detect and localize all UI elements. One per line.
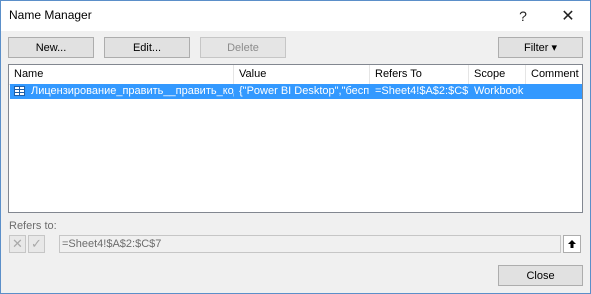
table-row[interactable]: Лицензирование_править__править_код {"Po… — [10, 84, 582, 99]
row-refers-to: =Sheet4!$A$2:$C$7 — [375, 85, 469, 97]
column-header-refers-to[interactable]: Refers To — [370, 65, 469, 84]
column-header-value[interactable]: Value — [234, 65, 370, 84]
collapse-dialog-button[interactable] — [563, 235, 581, 253]
close-button[interactable]: Close — [498, 265, 583, 286]
close-button-label: Close — [526, 269, 555, 282]
table-icon — [14, 86, 25, 96]
list-header: Name Value Refers To Scope Comment — [9, 65, 582, 85]
cancel-x-icon: ✕ — [12, 236, 23, 251]
row-value: {"Power BI Desktop","бесп... — [239, 85, 370, 97]
edit-button-label: Edit... — [132, 41, 162, 54]
close-icon[interactable]: ✕ — [546, 1, 590, 31]
filter-button-label: Filter ▾ — [523, 42, 558, 54]
new-button[interactable]: New... — [8, 37, 94, 58]
column-header-name[interactable]: Name — [9, 65, 234, 84]
cancel-edit-button[interactable]: ✕ — [9, 235, 26, 253]
name-manager-dialog: Name Manager ? ✕ New... Edit... Delete F… — [0, 0, 591, 294]
column-header-comment[interactable]: Comment — [526, 65, 582, 84]
names-list[interactable]: Name Value Refers To Scope Comment Лицен… — [8, 64, 583, 213]
checkmark-icon: ✓ — [31, 236, 42, 251]
refers-to-input[interactable]: =Sheet4!$A$2:$C$7 — [59, 235, 561, 253]
dialog-title: Name Manager — [9, 8, 92, 22]
row-scope: Workbook — [474, 85, 524, 97]
filter-button[interactable]: Filter ▾ — [498, 37, 583, 58]
refers-to-label: Refers to: — [9, 220, 57, 232]
delete-button[interactable]: Delete — [200, 37, 286, 58]
help-button[interactable]: ? — [501, 1, 545, 31]
row-comment — [526, 84, 582, 99]
collapse-up-arrow-icon — [568, 240, 576, 248]
confirm-edit-button[interactable]: ✓ — [28, 235, 45, 253]
new-button-label: New... — [35, 41, 67, 54]
row-name: Лицензирование_править__править_код — [31, 85, 234, 97]
title-bar: Name Manager ? ✕ — [1, 1, 590, 31]
delete-button-label: Delete — [227, 41, 259, 54]
edit-button[interactable]: Edit... — [104, 37, 190, 58]
column-header-scope[interactable]: Scope — [469, 65, 526, 84]
